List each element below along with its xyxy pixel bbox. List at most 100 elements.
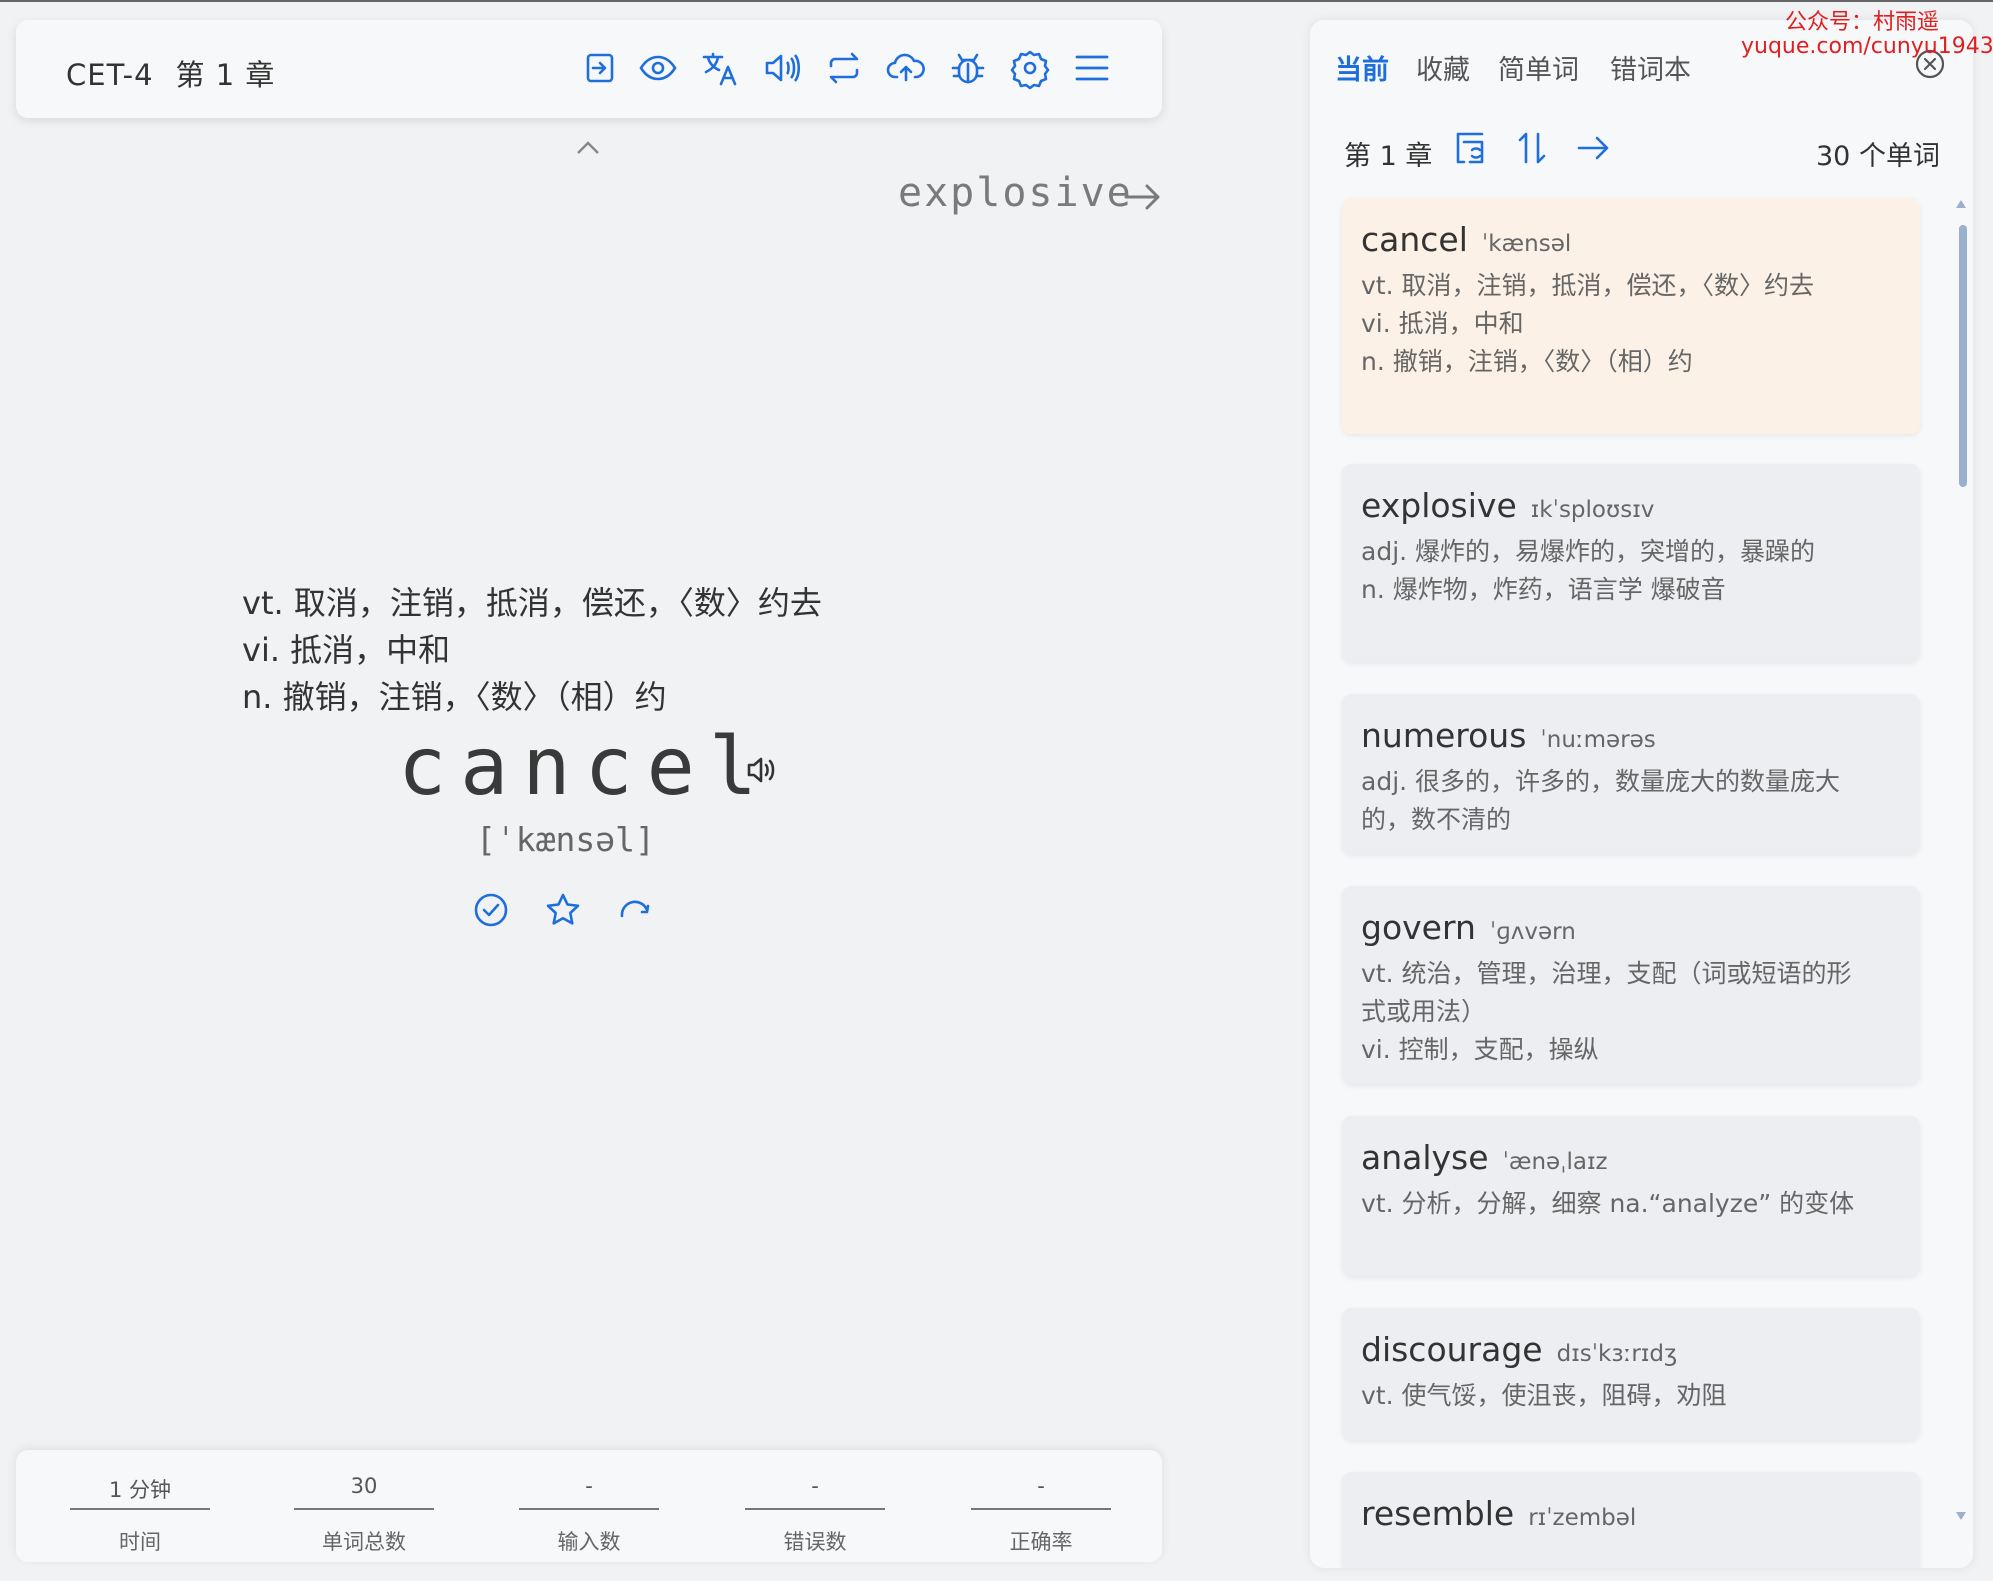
card-phonetic: dɪsˈkɜːrɪdʒ: [1556, 1341, 1678, 1367]
watermark-line-2: yuque.com/cunyu1943: [1741, 34, 1993, 59]
stat-value: -: [1037, 1474, 1045, 1498]
sort-order-icon[interactable]: [1512, 128, 1552, 168]
window-top-border: [0, 0, 1993, 2]
stat-value: 1 分钟: [108, 1478, 172, 1502]
current-word: cancel: [398, 720, 771, 813]
pronounce-sound-icon[interactable]: [744, 752, 780, 788]
stat-total-words: 30 单词总数: [294, 1450, 434, 1556]
word-list-panel: 当前 收藏 简单词 错词本 第 1 章 30 个单词 cancel ˈkænsəl…: [1310, 20, 1973, 1568]
next-word-arrow-icon[interactable]: [1122, 180, 1164, 214]
card-translation: vt. 取消，注销，抵消，偿还，〈数〉约去 vi. 抵消，中和 n. 撤销，注销…: [1361, 267, 1861, 381]
card-word: cancel: [1361, 220, 1468, 259]
scrollbar-thumb[interactable]: [1959, 225, 1967, 487]
card-phonetic: ˈænəˌlaɪz: [1502, 1149, 1608, 1175]
tab-wrong-words[interactable]: 错词本: [1610, 48, 1691, 87]
bug-icon[interactable]: [946, 46, 990, 90]
definition-line: vi. 抵消，中和: [242, 631, 451, 669]
definition-line: vt. 取消，注销，抵消，偿还，〈数〉约去: [242, 584, 822, 622]
import-icon[interactable]: [578, 46, 622, 90]
current-phonetic: [ˈkænsəl]: [476, 820, 655, 859]
watermark-line-1: 公众号：村雨遥: [1785, 10, 1940, 35]
favorite-star-icon[interactable]: [543, 890, 583, 930]
card-word: explosive: [1361, 486, 1517, 525]
stat-value: -: [585, 1474, 593, 1498]
chapter-name[interactable]: 第 1 章: [176, 58, 276, 92]
panel-chapter: 第 1 章: [1344, 141, 1433, 172]
stat-time: 1 分钟 时间: [70, 1450, 210, 1556]
switch-chapter-icon[interactable]: [1450, 128, 1490, 168]
word-card-govern[interactable]: govern ˈɡʌvərn vt. 统治，管理，治理，支配（词或短语的形式或用法…: [1342, 886, 1920, 1084]
scroll-down-arrow[interactable]: [1956, 1512, 1966, 1520]
translation-line: vt. 使气馁，使沮丧，阻碍，劝阻: [1361, 1381, 1727, 1410]
stat-label: 单词总数: [322, 1530, 406, 1554]
top-toolbar: CET-4 第 1 章: [16, 20, 1162, 118]
eye-icon[interactable]: [636, 46, 680, 90]
menu-icon[interactable]: [1070, 46, 1114, 90]
card-phonetic: ɪkˈsploʊsɪv: [1530, 497, 1655, 523]
stat-label: 输入数: [557, 1530, 621, 1554]
translation-line: vt. 分析，分解，细察 na.“analyze” 的变体: [1361, 1189, 1855, 1218]
dictionary-name[interactable]: CET-4: [66, 58, 154, 92]
card-word: govern: [1361, 908, 1476, 947]
card-word: numerous: [1361, 716, 1527, 755]
stat-value: 30: [350, 1474, 378, 1498]
stat-divider: [70, 1508, 210, 1510]
card-phonetic: rɪˈzembəl: [1528, 1505, 1637, 1531]
stat-label: 时间: [119, 1530, 161, 1554]
card-translation: vt. 使气馁，使沮丧，阻碍，劝阻: [1361, 1377, 1861, 1415]
stat-divider: [519, 1508, 659, 1510]
definition-line: n. 撤销，注销，〈数〉（相）约: [242, 678, 667, 716]
translation-line: n. 爆炸物，炸药，语言学 爆破音: [1361, 575, 1726, 604]
stat-value: -: [811, 1474, 819, 1498]
card-phonetic: ˈnuːmərəs: [1540, 727, 1656, 753]
translate-icon[interactable]: [698, 46, 742, 90]
stat-divider: [971, 1508, 1111, 1510]
translation-line: vi. 抵消，中和: [1361, 309, 1524, 338]
next-word-label[interactable]: explosive: [898, 170, 1133, 216]
loop-icon[interactable]: [822, 46, 866, 90]
translation-line: vt. 取消，注销，抵消，偿还，〈数〉约去: [1361, 271, 1814, 300]
upload-cloud-icon[interactable]: [884, 46, 928, 90]
settings-gear-icon[interactable]: [1008, 46, 1052, 90]
prev-word-chevron-icon[interactable]: [573, 136, 603, 160]
word-count: 30 个单词: [1816, 141, 1940, 172]
word-definitions: vt. 取消，注销，抵消，偿还，〈数〉约去 vi. 抵消，中和 n. 撤销，注销…: [242, 580, 822, 721]
card-phonetic: ˈkænsəl: [1481, 231, 1572, 257]
card-translation: adj. 很多的，许多的，数量庞大的数量庞大的，数不清的: [1361, 763, 1861, 839]
skip-redo-icon[interactable]: [615, 890, 655, 930]
stat-divider: [294, 1508, 434, 1510]
card-word: resemble: [1361, 1494, 1515, 1533]
stat-label: 正确率: [1009, 1530, 1073, 1554]
sound-icon[interactable]: [760, 46, 804, 90]
stat-label: 错误数: [783, 1530, 847, 1554]
card-word: discourage: [1361, 1330, 1543, 1369]
next-chapter-arrow-icon[interactable]: [1574, 128, 1614, 168]
translation-line: adj. 爆炸的，易爆炸的，突增的，暴躁的: [1361, 537, 1816, 566]
stat-input-count: - 输入数: [519, 1450, 659, 1556]
stats-footer: 1 分钟 时间 30 单词总数 - 输入数 - 错误数 - 正确率: [16, 1450, 1162, 1562]
tab-current[interactable]: 当前: [1335, 48, 1389, 87]
card-word: analyse: [1361, 1138, 1489, 1177]
card-translation: vt. 统治，管理，治理，支配（词或短语的形式或用法） vi. 控制，支配，操纵: [1361, 955, 1861, 1069]
stat-error-count: - 错误数: [745, 1450, 885, 1556]
card-translation: adj. 爆炸的，易爆炸的，突增的，暴躁的 n. 爆炸物，炸药，语言学 爆破音: [1361, 533, 1861, 609]
word-card-cancel[interactable]: cancel ˈkænsəl vt. 取消，注销，抵消，偿还，〈数〉约去 vi. …: [1342, 198, 1920, 434]
translation-line: n. 撤销，注销，〈数〉（相）约: [1361, 347, 1693, 376]
word-card-numerous[interactable]: numerous ˈnuːmərəs adj. 很多的，许多的，数量庞大的数量庞大…: [1342, 694, 1920, 854]
toolbar-title: CET-4 第 1 章: [66, 52, 297, 94]
word-card-discourage[interactable]: discourage dɪsˈkɜːrɪdʒ vt. 使气馁，使沮丧，阻碍，劝阻: [1342, 1308, 1920, 1440]
word-card-analyse[interactable]: analyse ˈænəˌlaɪz vt. 分析，分解，细察 na.“analyz…: [1342, 1116, 1920, 1276]
stat-accuracy: - 正确率: [971, 1450, 1111, 1556]
translation-line: adj. 很多的，许多的，数量庞大的数量庞大的，数不清的: [1361, 767, 1841, 834]
scroll-up-arrow[interactable]: [1956, 200, 1966, 208]
translation-line: vt. 统治，管理，治理，支配（词或短语的形式或用法）: [1361, 959, 1852, 1026]
word-card-explosive[interactable]: explosive ɪkˈsploʊsɪv adj. 爆炸的，易爆炸的，突增的，暴…: [1342, 464, 1920, 662]
mark-known-check-icon[interactable]: [471, 890, 511, 930]
card-phonetic: ˈɡʌvərn: [1489, 919, 1576, 945]
translation-line: vi. 控制，支配，操纵: [1361, 1035, 1599, 1064]
tab-favorites[interactable]: 收藏: [1416, 48, 1470, 87]
tab-easy-words[interactable]: 简单词: [1498, 48, 1579, 87]
stat-divider: [745, 1508, 885, 1510]
word-card-resemble[interactable]: resemble rɪˈzembəl: [1342, 1472, 1920, 1568]
card-translation: vt. 分析，分解，细察 na.“analyze” 的变体: [1361, 1185, 1861, 1223]
